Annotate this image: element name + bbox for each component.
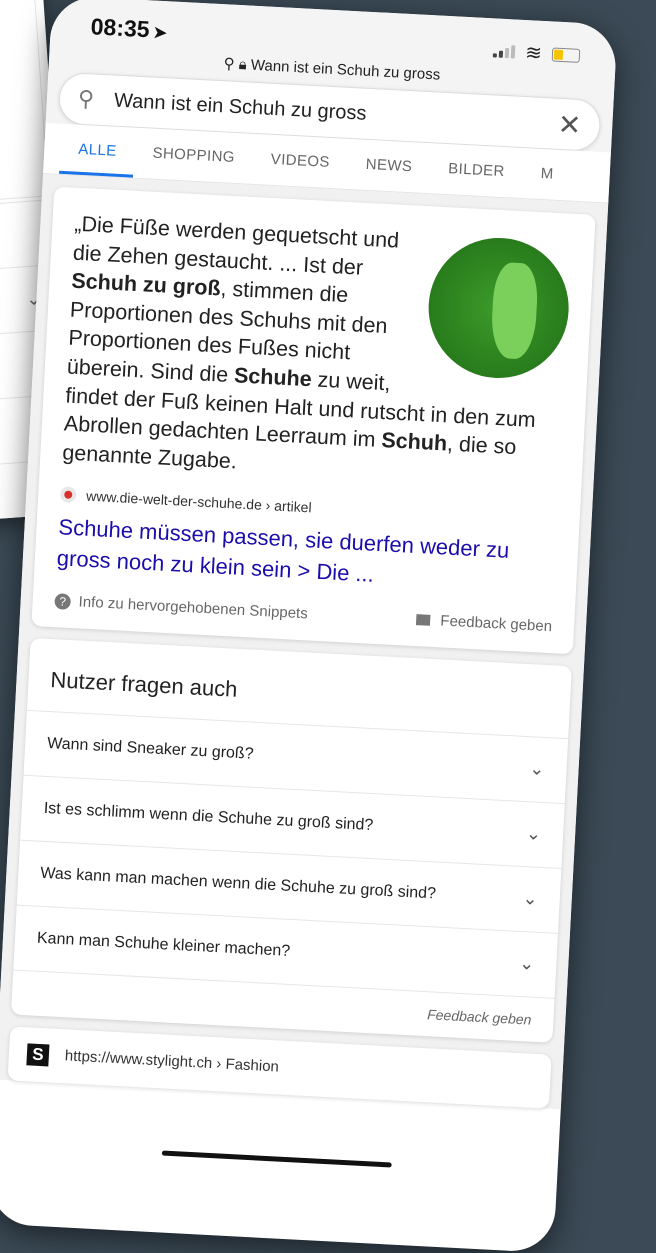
status-time: 08:35 ➤ [90, 13, 168, 44]
phone-screen: 08:35 ➤ ≋ ⚲ 🔒︎ Wann ist ein Schuh zu gros… [0, 0, 618, 1253]
feedback-link[interactable]: Feedback geben [416, 611, 552, 635]
foot-illustration [490, 261, 539, 360]
help-icon: ? [54, 593, 72, 610]
search-result[interactable]: S https://www.stylight.ch › Fashion [7, 1026, 552, 1109]
home-indicator[interactable] [161, 1150, 392, 1168]
status-icons: ≋ [492, 38, 581, 68]
tab-videos[interactable]: VIDEOS [251, 134, 349, 189]
wifi-icon: ≋ [524, 42, 543, 65]
close-icon[interactable]: ✕ [557, 107, 582, 141]
chevron-down-icon: ⌄ [525, 823, 542, 845]
tab-bilder[interactable]: BILDER [429, 143, 524, 198]
tab-more[interactable]: M [521, 148, 572, 200]
search-icon[interactable]: ⚲ [77, 86, 94, 113]
chevron-down-icon: ⌄ [518, 953, 535, 975]
signal-icon [492, 44, 516, 59]
snippet-info-link[interactable]: ? Info zu hervorgehobenen Snippets [54, 592, 308, 622]
source-url: www.die-welt-der-schuhe.de › artikel [85, 488, 312, 516]
featured-snippet: „Die Füße werden gequetscht und die Zehe… [31, 186, 596, 655]
stylight-logo-icon: S [26, 1043, 50, 1067]
tab-alle[interactable]: ALLE [59, 123, 136, 178]
lock-icon: 🔒︎ [238, 56, 248, 74]
site-favicon-icon [59, 486, 77, 504]
location-arrow-icon: ➤ [152, 24, 168, 43]
search-small-icon: ⚲ [223, 55, 236, 73]
snippet-result-link[interactable]: Schuhe müssen passen, sie duerfen weder … [56, 513, 557, 601]
time-label: 08:35 [90, 13, 151, 43]
people-also-ask: Nutzer fragen auch Wann sind Sneaker zu … [10, 637, 572, 1043]
battery-icon [551, 46, 581, 63]
background-card [0, 0, 50, 209]
feedback-icon [416, 614, 431, 627]
tab-shopping[interactable]: SHOPPING [133, 128, 254, 184]
results-area: „Die Füße werden gequetscht und die Zehe… [0, 173, 609, 1110]
chevron-down-icon: ⌄ [528, 758, 546, 780]
chevron-down-icon: ⌄ [522, 888, 539, 910]
result-url: https://www.stylight.ch › Fashion [64, 1047, 280, 1076]
tab-news[interactable]: NEWS [346, 139, 431, 193]
